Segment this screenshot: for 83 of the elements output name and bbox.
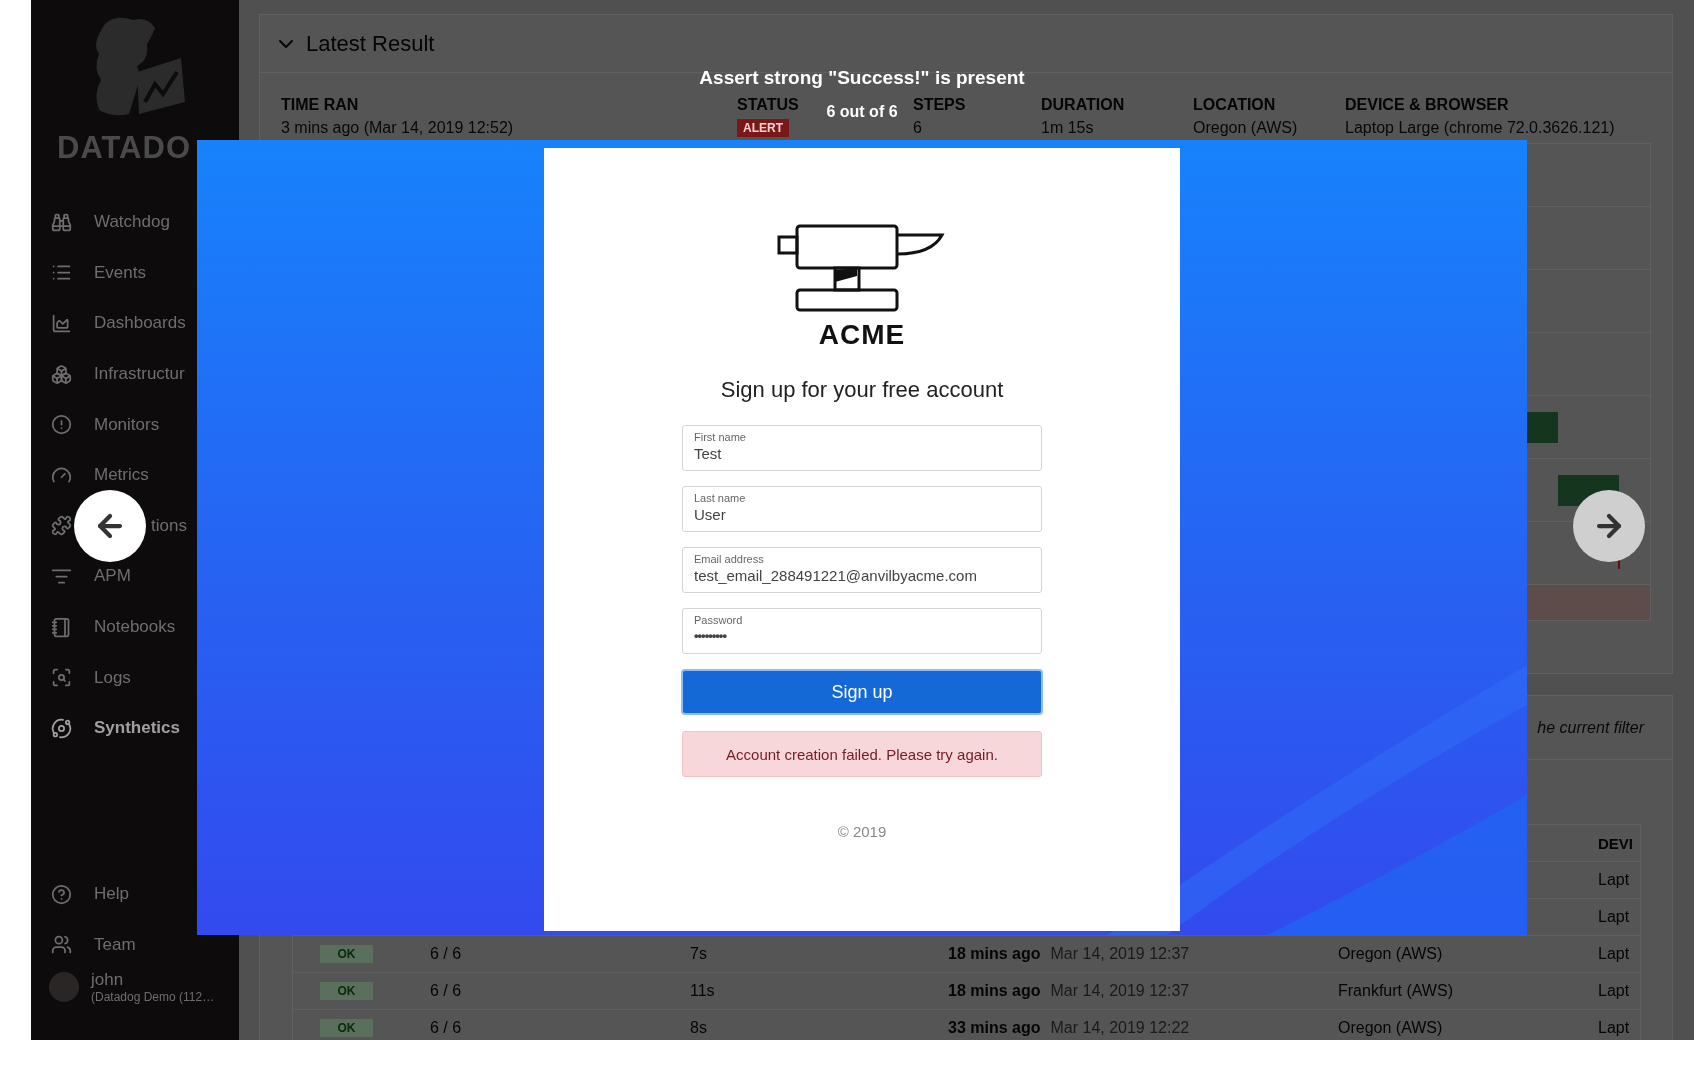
puzzle-icon [51,515,72,537]
table-cell: 18 mins ago [948,982,1041,1000]
binoculars-icon [51,211,72,233]
field-value: ••••••••• [694,628,726,643]
sign-up-button[interactable]: Sign up [681,669,1043,715]
table-cell: Oregon (AWS) [1193,119,1298,137]
table-cell: 8s [690,1019,707,1037]
form-heading: Sign up for your free account [720,377,1004,403]
column-header: STEPS [913,96,966,114]
sidebar-item[interactable]: Watchdog [31,210,170,235]
section-title: Latest Result [306,30,435,57]
field-value: Test [694,445,722,462]
field-value: test_email_288491221@anvilbyacme.com [694,567,977,584]
field-label: Password [694,614,743,626]
table-cell: 11s [690,982,715,1000]
area-chart-icon [51,313,72,334]
status-badge: OK [320,982,373,1000]
table-cell: Mar 14, 2019 12:37 [1050,982,1190,1000]
table-cell: 1m 15s [1041,119,1094,137]
column-header: TIME RAN [281,96,359,114]
table-cell: 6 [913,119,922,137]
logo-text: ACME [818,319,906,351]
users-icon [51,934,72,956]
sidebar-item[interactable]: Logs [31,665,131,690]
table-cell: Lapt [1598,871,1630,889]
sidebar-item[interactable]: Infrastructur [31,362,185,387]
table-cell: Oregon (AWS) [1338,1019,1443,1037]
table-cell: Laptop Large (chrome 72.0.3626.121) [1345,119,1615,137]
copyright-text: © 2019 [837,823,887,840]
boxes-icon [51,363,72,385]
field-label: First name [694,431,746,443]
input-field[interactable]: Last name User [682,486,1042,532]
column-header: DEVI [1598,834,1633,852]
table-cell: 3 mins ago (Mar 14, 2019 12:52) [281,119,514,137]
sidebar-item[interactable]: tions [151,515,187,536]
notebook-icon [51,616,72,638]
table-cell: 6 / 6 [430,945,462,963]
sidebar-item[interactable]: Dashboards [31,311,186,336]
table-cell: Frankfurt (AWS) [1338,982,1453,1000]
sidebar-item[interactable]: Events [31,260,146,285]
table-cell: 7s [690,945,707,963]
step-caption: Assert strong "Success!" is present [699,67,1025,89]
table-cell: Lapt [1598,1019,1630,1037]
input-field[interactable]: Password ••••••••• [682,608,1042,654]
table-cell: 33 mins ago [948,1019,1041,1037]
sidebar-item[interactable]: Monitors [31,412,160,437]
error-alert: Account creation failed. Please try again. [682,731,1042,777]
search-lines-icon [51,667,72,689]
status-badge: OK [320,1019,373,1037]
alert-icon [51,414,72,436]
sidebar-item[interactable]: Synthetics [31,716,180,741]
field-label: Email address [694,553,764,565]
table-cell: Lapt [1598,982,1630,1000]
status-badge: ALERT [737,119,789,137]
user-org: (Datadog Demo (112… [91,990,215,1004]
field-label: Last name [694,492,746,504]
table-cell: Mar 14, 2019 12:37 [1050,945,1190,963]
column-header: LOCATION [1193,96,1276,114]
help-icon [51,883,72,905]
sidebar-item[interactable]: Help [31,882,129,907]
orbit-icon [51,717,72,739]
sidebar-item[interactable]: APM [31,564,131,589]
table-cell: 6 / 6 [430,982,462,1000]
column-header: STATUS [737,96,799,114]
table-cell: 18 mins ago [948,945,1041,963]
sidebar-item[interactable]: Team [31,932,136,957]
table-cell: Mar 14, 2019 12:22 [1050,1019,1190,1037]
input-field[interactable]: First name Test [682,425,1042,471]
table-cell: Lapt [1598,908,1630,926]
table-cell: 6 / 6 [430,1019,462,1037]
status-badge: OK [320,945,373,963]
step-counter: 6 out of 6 [826,103,898,121]
table-cell: Lapt [1598,945,1630,963]
filter-note: he current filter [1537,718,1644,737]
column-header: DEVICE & BROWSER [1345,96,1509,114]
user-name: john [91,970,125,990]
input-field[interactable]: Email address test_email_288491221@anvilbyacme.com [682,547,1042,593]
logo-text: DATADO [57,130,191,166]
table-cell: Oregon (AWS) [1338,945,1443,963]
sidebar-item[interactable]: Notebooks [31,615,176,640]
field-value: User [694,506,726,523]
sidebar-item[interactable]: Metrics [31,463,149,488]
column-header: DURATION [1041,96,1125,114]
